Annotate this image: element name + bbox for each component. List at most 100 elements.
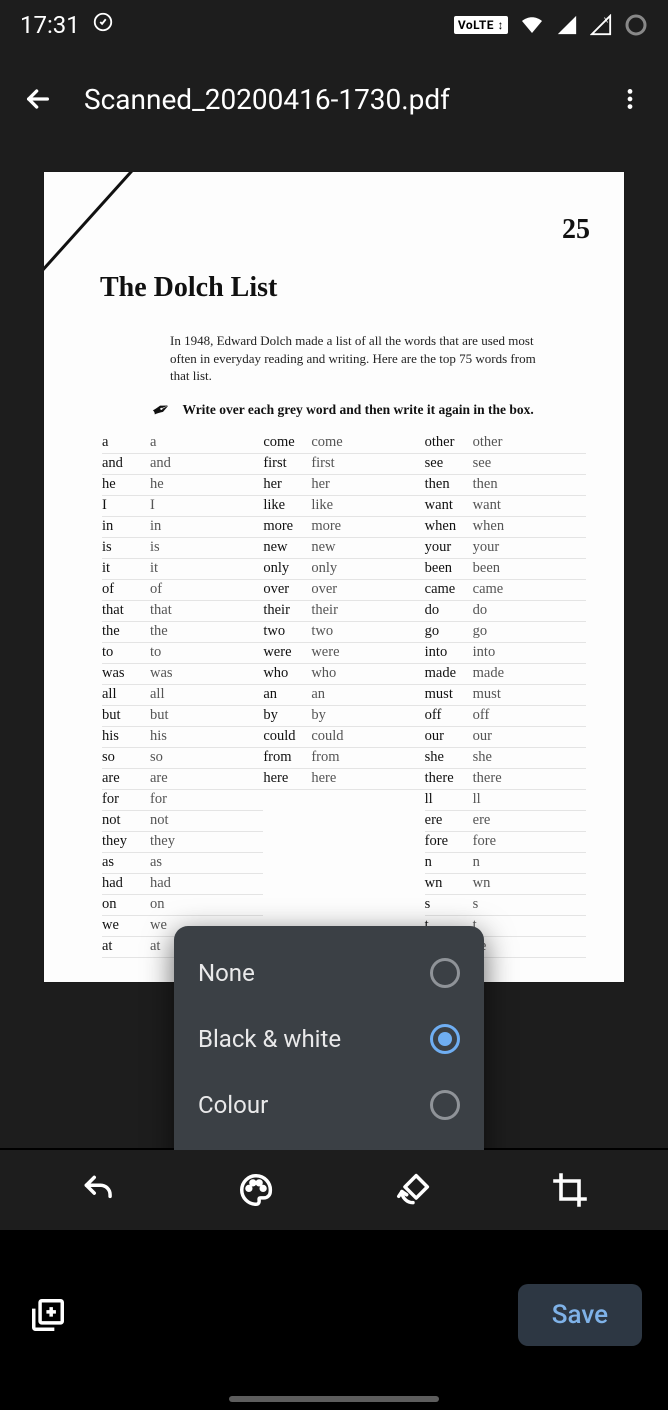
- word-trace: two: [311, 623, 371, 640]
- document-intro: In 1948, Edward Dolch made a list of all…: [170, 332, 556, 385]
- word-prompt: is: [102, 539, 150, 556]
- word-trace: go: [473, 623, 533, 640]
- word-column: aaandandheheIIininisisititofofthatthatth…: [102, 433, 263, 958]
- crop-button[interactable]: [546, 1166, 594, 1214]
- word-row: waswas: [102, 664, 263, 685]
- word-trace: come: [311, 434, 371, 451]
- color-mode-option-label: Black & white: [198, 1025, 341, 1053]
- word-prompt: and: [102, 455, 150, 472]
- radio-icon: [430, 1090, 460, 1120]
- word-row: wantwant: [425, 496, 586, 517]
- word-row: forefore: [425, 832, 586, 853]
- word-row: gogo: [425, 622, 586, 643]
- radio-icon: [430, 958, 460, 988]
- word-trace: here: [311, 770, 371, 787]
- word-row: wnwn: [425, 874, 586, 895]
- word-trace: the: [150, 623, 210, 640]
- word-row: soso: [102, 748, 263, 769]
- word-row: camecame: [425, 580, 586, 601]
- word-row: anan: [263, 685, 424, 706]
- word-trace: then: [473, 476, 533, 493]
- word-row: youryour: [425, 538, 586, 559]
- word-row: nn: [425, 853, 586, 874]
- word-trace: all: [150, 686, 210, 703]
- add-page-button[interactable]: [26, 1293, 70, 1337]
- pen-icon: ✒: [147, 394, 175, 425]
- word-prompt: two: [263, 623, 311, 640]
- word-row: toto: [102, 643, 263, 664]
- color-mode-option[interactable]: Colour: [174, 1072, 484, 1138]
- word-trace: over: [311, 581, 371, 598]
- word-row: therethere: [425, 769, 586, 790]
- word-prompt: had: [102, 875, 150, 892]
- word-prompt: do: [425, 602, 473, 619]
- word-trace: when: [473, 518, 533, 535]
- word-trace: of: [150, 581, 210, 598]
- word-row: herehere: [263, 769, 424, 790]
- word-trace: our: [473, 728, 533, 745]
- word-prompt: their: [263, 602, 311, 619]
- word-row: byby: [263, 706, 424, 727]
- word-prompt: there: [425, 770, 473, 787]
- word-row: itit: [102, 559, 263, 580]
- word-prompt: could: [263, 728, 311, 745]
- word-trace: only: [311, 560, 371, 577]
- word-prompt: of: [102, 581, 150, 598]
- word-prompt: your: [425, 539, 473, 556]
- word-trace: who: [311, 665, 371, 682]
- word-row: asas: [102, 853, 263, 874]
- more-menu-button[interactable]: [612, 81, 648, 117]
- undo-button[interactable]: [75, 1166, 123, 1214]
- word-row: beenbeen: [425, 559, 586, 580]
- word-trace: ll: [473, 791, 533, 808]
- word-trace: more: [311, 518, 371, 535]
- word-trace: wn: [473, 875, 533, 892]
- word-prompt: see: [425, 455, 473, 472]
- word-row: moremore: [263, 517, 424, 538]
- word-row: intointo: [425, 643, 586, 664]
- word-prompt: in: [102, 518, 150, 535]
- page-title: Scanned_20200416-1730.pdf: [84, 83, 584, 116]
- word-prompt: s: [425, 896, 473, 913]
- save-button[interactable]: Save: [518, 1284, 642, 1346]
- word-prompt: was: [102, 665, 150, 682]
- word-row: inin: [102, 517, 263, 538]
- word-trace: were: [311, 644, 371, 661]
- word-row: onlyonly: [263, 559, 424, 580]
- word-columns: aaandandheheIIininisisititofofthatthatth…: [102, 433, 586, 958]
- word-trace: made: [473, 665, 533, 682]
- word-row: hadhad: [102, 874, 263, 895]
- word-trace: ere: [473, 812, 533, 829]
- word-prompt: but: [102, 707, 150, 724]
- word-trace: first: [311, 455, 371, 472]
- word-prompt: when: [425, 518, 473, 535]
- word-prompt: made: [425, 665, 473, 682]
- word-trace: are: [150, 770, 210, 787]
- status-bar: 17:31 VoLTE ↕ x: [0, 0, 668, 50]
- word-row: otherother: [425, 433, 586, 454]
- word-trace: from: [311, 749, 371, 766]
- word-row: twotwo: [263, 622, 424, 643]
- word-prompt: were: [263, 644, 311, 661]
- document-title: The Dolch List: [100, 272, 596, 304]
- word-trace: like: [311, 497, 371, 514]
- word-row: mustmust: [425, 685, 586, 706]
- word-trace: I: [150, 497, 210, 514]
- save-button-label: Save: [552, 1300, 608, 1330]
- rotate-button[interactable]: [389, 1166, 437, 1214]
- color-mode-option[interactable]: None: [174, 940, 484, 1006]
- color-mode-option-label: None: [198, 959, 255, 987]
- word-prompt: fore: [425, 833, 473, 850]
- word-trace: as: [150, 854, 210, 871]
- gesture-handle[interactable]: [229, 1396, 439, 1402]
- word-trace: by: [311, 707, 371, 724]
- document-viewport[interactable]: 25 The Dolch List In 1948, Edward Dolch …: [0, 148, 668, 1148]
- color-mode-option[interactable]: Black & white: [174, 1006, 484, 1072]
- word-prompt: the: [102, 623, 150, 640]
- word-prompt: want: [425, 497, 473, 514]
- word-prompt: n: [425, 854, 473, 871]
- status-timer-icon: [92, 11, 114, 39]
- back-button[interactable]: [20, 81, 56, 117]
- signal-x-icon: x: [590, 14, 612, 36]
- palette-button[interactable]: [232, 1166, 280, 1214]
